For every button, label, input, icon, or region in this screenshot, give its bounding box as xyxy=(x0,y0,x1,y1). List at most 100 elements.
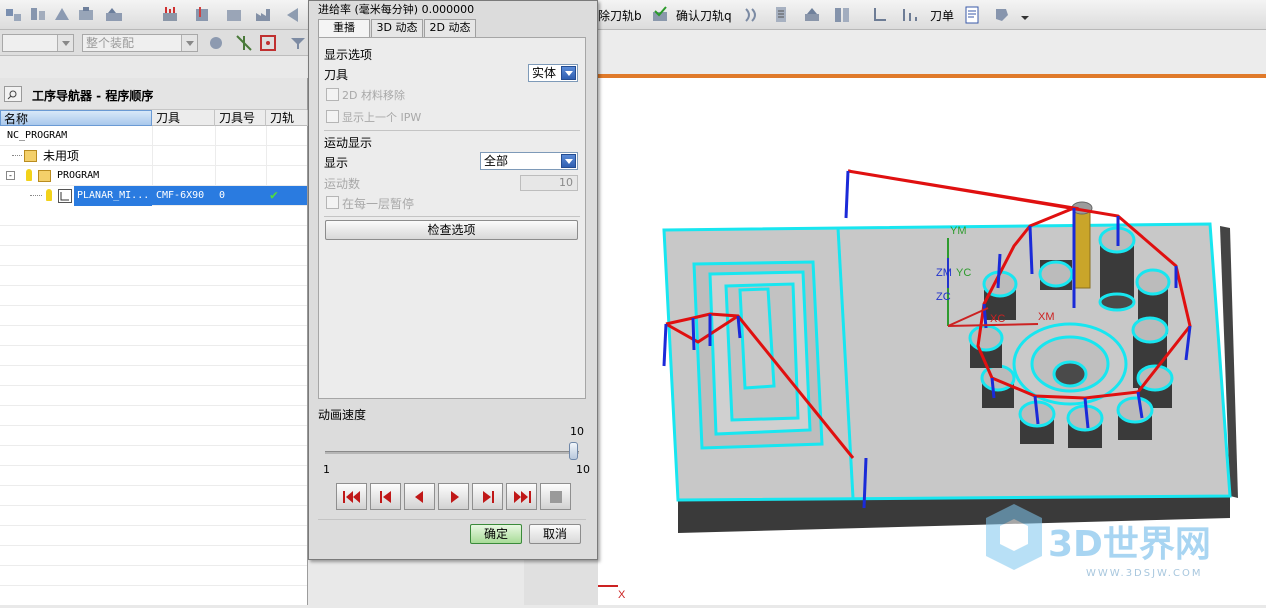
column-tool[interactable]: 刀具 xyxy=(153,110,215,126)
watermark-title: 3D世界网 xyxy=(1048,524,1211,565)
ok-button[interactable]: 确定 xyxy=(470,524,522,544)
display-options-header: 显示选项 xyxy=(324,48,373,62)
stop-icon xyxy=(550,491,562,503)
axis-label: YM xyxy=(950,225,967,237)
document-icon[interactable] xyxy=(962,5,982,25)
axis-label: ZM xyxy=(936,267,952,279)
step-back-button[interactable] xyxy=(370,483,401,510)
main-toolbar: 除刀轨b 确认刀轨q 刀单 xyxy=(0,0,1266,30)
tree-row-program[interactable]: - PROGRAM xyxy=(0,166,307,186)
show-prev-ipw-label: 显示上一个 IPW xyxy=(342,111,422,124)
rewind-to-start-button[interactable] xyxy=(336,483,367,510)
factory-icon[interactable] xyxy=(254,5,274,25)
axis-label: YC xyxy=(956,267,971,279)
motion-display-value: 全部 xyxy=(484,154,509,168)
secondary-toolbar: 整个装配 xyxy=(0,30,310,56)
tree-row-nc-program[interactable]: NC_PROGRAM xyxy=(0,126,307,146)
pause-each-layer-checkbox[interactable] xyxy=(326,196,339,209)
shop-doc-icon[interactable] xyxy=(832,5,852,25)
column-path[interactable]: 刀轨 xyxy=(267,110,308,126)
tree-row-unused[interactable]: 未用项 xyxy=(0,146,307,166)
list-toolpath-icon[interactable] xyxy=(772,5,792,25)
skip-to-end-button[interactable] xyxy=(506,483,537,510)
tool-label: 刀具 xyxy=(324,68,349,82)
remove-toolpath-button[interactable]: 除刀轨b xyxy=(598,7,642,24)
verify-block-icon[interactable] xyxy=(224,5,244,25)
cutter-tool xyxy=(1073,207,1091,289)
chevron-down-icon xyxy=(561,154,576,168)
graphics-window[interactable]: YM ZM YC ZC XC XM X 3D世界网 WWW.3DSJW.COM xyxy=(587,78,1266,605)
create-geometry-icon[interactable] xyxy=(52,5,72,25)
create-operation-icon[interactable] xyxy=(104,5,124,25)
tab-replay[interactable]: 重播 xyxy=(318,19,370,38)
toolpath-visualization-dialog: 进给率 (毫米每分钟) 0.000000 重播 3D 动态 2D 动态 显示选项… xyxy=(308,0,598,560)
view-triad xyxy=(587,566,618,587)
tab-3d-dynamic[interactable]: 3D 动态 xyxy=(371,19,423,37)
verify-toolpath-button[interactable]: 确认刀轨q xyxy=(676,7,732,24)
path-ok-icon: ✔ xyxy=(270,188,278,203)
replay-panel: 显示选项 刀具 实体 2D 材料移除 显示上一个 IPW 运动显示 显示 全部 … xyxy=(318,37,586,399)
assembly-combo-value: 整个装配 xyxy=(86,36,135,50)
motion-count-field[interactable]: 10 xyxy=(520,175,578,191)
motion-display-select[interactable]: 全部 xyxy=(480,152,578,170)
replay-toolpath-icon[interactable] xyxy=(192,5,212,25)
machine-control-icon[interactable] xyxy=(802,5,822,25)
divider xyxy=(324,216,580,217)
step-forward-icon xyxy=(483,491,494,503)
bulb-icon xyxy=(26,169,32,181)
divider xyxy=(324,130,580,131)
show-prev-ipw-checkbox[interactable] xyxy=(326,110,339,123)
pin-icon[interactable] xyxy=(4,86,22,102)
tree-connector xyxy=(30,195,42,196)
tool-orient-icon[interactable] xyxy=(900,5,920,25)
tree-label: PROGRAM xyxy=(57,170,100,181)
create-method-icon[interactable] xyxy=(76,5,96,25)
skip-to-end-icon xyxy=(514,491,531,503)
simulate-machine-icon[interactable] xyxy=(742,5,762,25)
tool-display-select[interactable]: 实体 xyxy=(528,64,578,82)
assembly-combo[interactable]: 整个装配 xyxy=(82,34,198,52)
tree-connector xyxy=(12,155,22,156)
material-removal-2d-label: 2D 材料移除 xyxy=(342,89,405,102)
chevron-down-icon xyxy=(57,35,73,51)
tool-position-icon[interactable] xyxy=(870,5,890,25)
slider-min-label: 1 xyxy=(323,463,330,476)
snap-icon[interactable] xyxy=(234,33,254,53)
point-snap-icon[interactable] xyxy=(258,33,278,53)
graphics-header xyxy=(598,30,1266,78)
stop-button[interactable] xyxy=(540,483,571,510)
tab-2d-dynamic[interactable]: 2D 动态 xyxy=(424,19,476,37)
filter-icon[interactable] xyxy=(288,33,308,53)
cancel-button[interactable]: 取消 xyxy=(529,524,581,544)
generate-toolpath-icon[interactable] xyxy=(160,5,180,25)
feed-rate-label: 进给率 (毫米每分钟) 0.000000 xyxy=(318,3,475,16)
divider xyxy=(318,519,586,520)
column-tool-number[interactable]: 刀具号 xyxy=(216,110,266,126)
column-name[interactable]: 名称 xyxy=(0,110,152,126)
chevron-down-icon[interactable] xyxy=(1020,8,1040,28)
slider-handle[interactable] xyxy=(569,442,578,460)
check-options-button[interactable]: 检查选项 xyxy=(325,220,578,240)
step-forward-button[interactable] xyxy=(472,483,503,510)
axis-label: XM xyxy=(1038,311,1055,323)
navigator-header: 名称 刀具 刀具号 刀轨 xyxy=(0,110,308,126)
settings-icon[interactable] xyxy=(992,5,1012,25)
create-program-icon[interactable] xyxy=(4,5,24,25)
tree-row-planar-mill[interactable]: PLANAR_MI... CMF-6X90 0 ✔ xyxy=(0,186,307,206)
filter-combo[interactable] xyxy=(2,34,74,52)
play-reverse-button[interactable] xyxy=(404,483,435,510)
step-back-icon xyxy=(380,491,391,503)
tool-list-button[interactable]: 刀单 xyxy=(930,7,954,24)
watermark xyxy=(986,504,1042,570)
selection-icon[interactable] xyxy=(206,33,226,53)
anim-speed-slider[interactable] xyxy=(325,451,579,454)
play-button[interactable] xyxy=(438,483,469,510)
verify-toolpath-icon[interactable] xyxy=(650,5,670,25)
empty-rows xyxy=(0,206,307,605)
tree-label: 未用项 xyxy=(43,149,80,163)
collapse-icon[interactable]: - xyxy=(6,171,15,180)
chevron-down-icon xyxy=(181,35,197,51)
material-removal-2d-checkbox[interactable] xyxy=(326,88,339,101)
create-tool-icon[interactable] xyxy=(28,5,48,25)
postprocess-icon[interactable] xyxy=(284,5,304,25)
